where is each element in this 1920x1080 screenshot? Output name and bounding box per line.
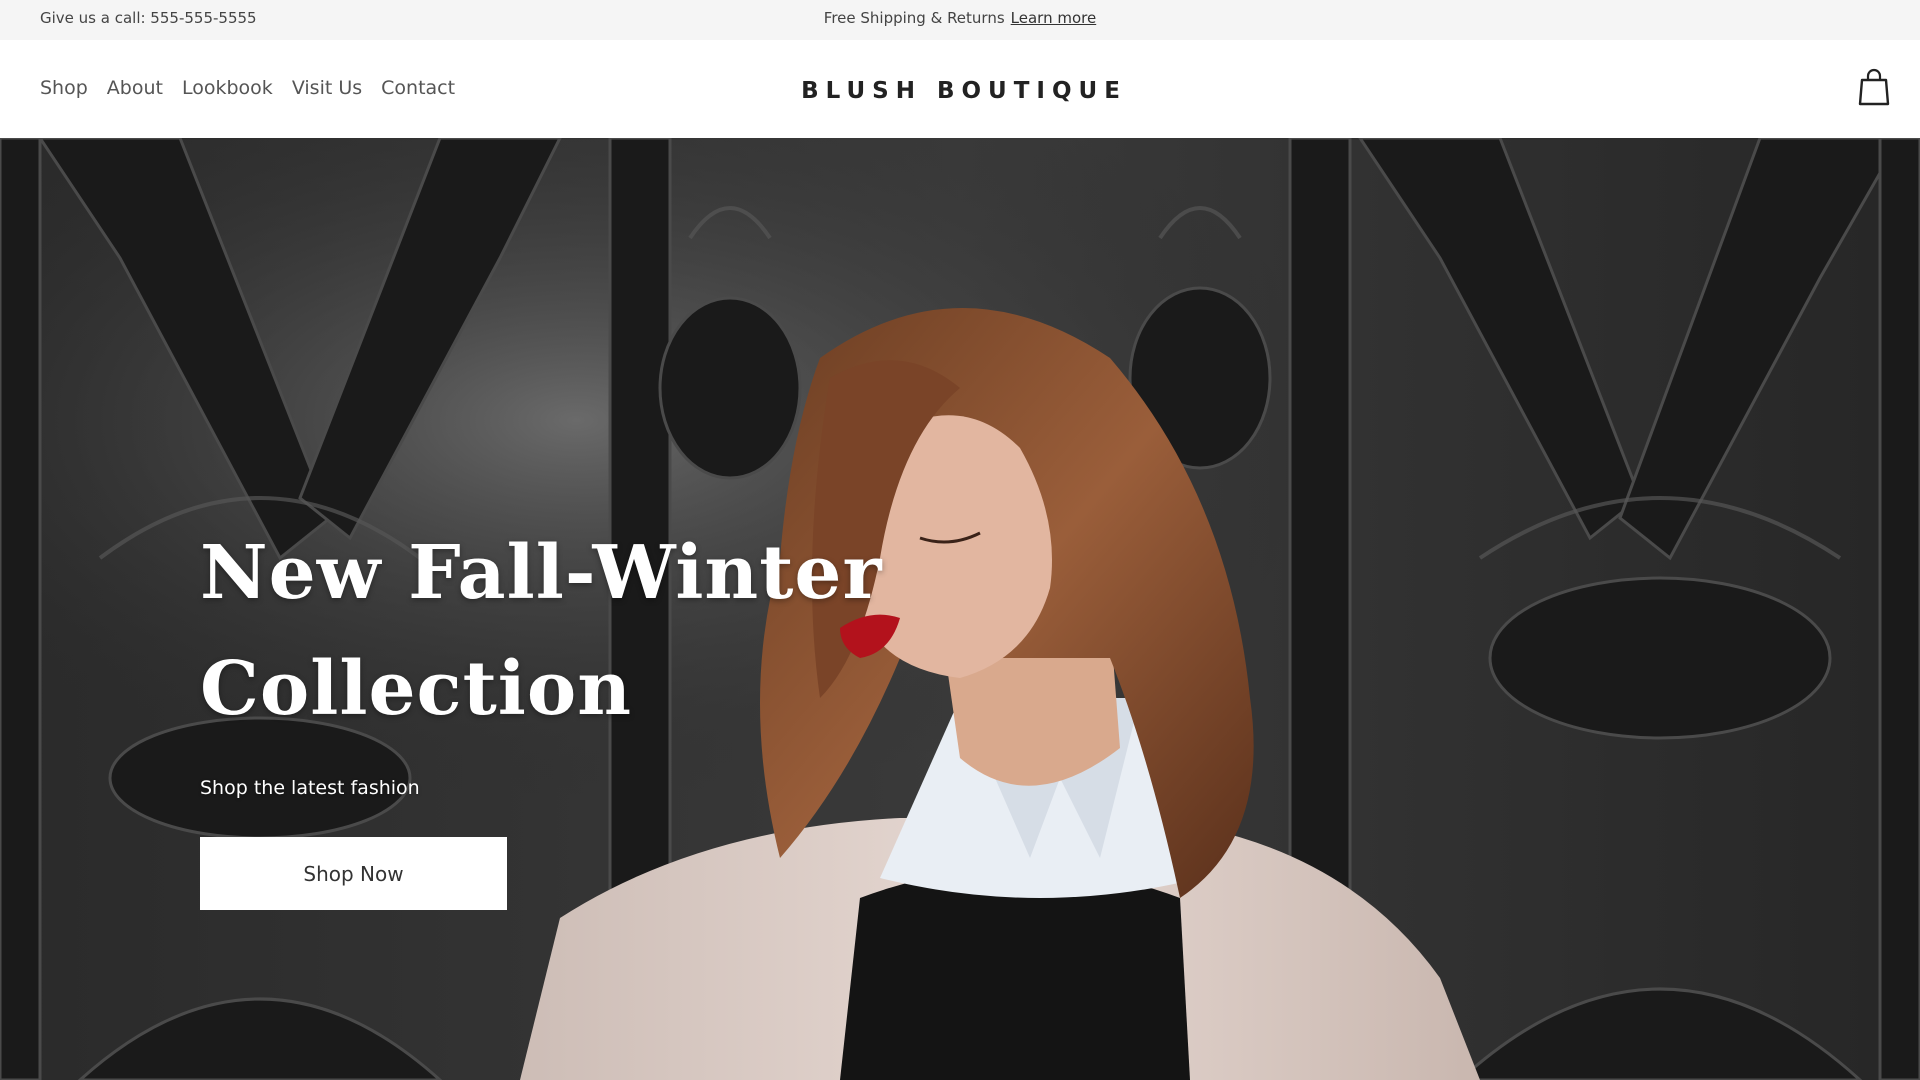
hero-title-line1: New Fall-Winter bbox=[200, 530, 883, 616]
shopping-bag-icon[interactable] bbox=[1858, 68, 1890, 106]
shop-now-button[interactable]: Shop Now bbox=[200, 837, 507, 910]
promo-text: Free Shipping & Returns bbox=[823, 9, 1005, 27]
hero-banner: New Fall-Winter Collection Shop the late… bbox=[0, 138, 1920, 1080]
brand-logo[interactable]: BLUSH BOUTIQUE bbox=[0, 40, 1920, 142]
site-header: Shop About Lookbook Visit Us Contact BLU… bbox=[0, 40, 1920, 138]
hero-title-line2: Collection bbox=[200, 646, 633, 732]
promo-banner: Free Shipping & Returns Learn more bbox=[0, 0, 1920, 36]
hero-title: New Fall-Winter Collection bbox=[200, 515, 920, 747]
hero-subtitle: Shop the latest fashion bbox=[200, 777, 420, 799]
announcement-bar: Give us a call: 555-555-5555 Free Shippi… bbox=[0, 0, 1920, 40]
learn-more-link[interactable]: Learn more bbox=[1011, 9, 1097, 27]
hero-content: New Fall-Winter Collection Shop the late… bbox=[200, 515, 920, 910]
